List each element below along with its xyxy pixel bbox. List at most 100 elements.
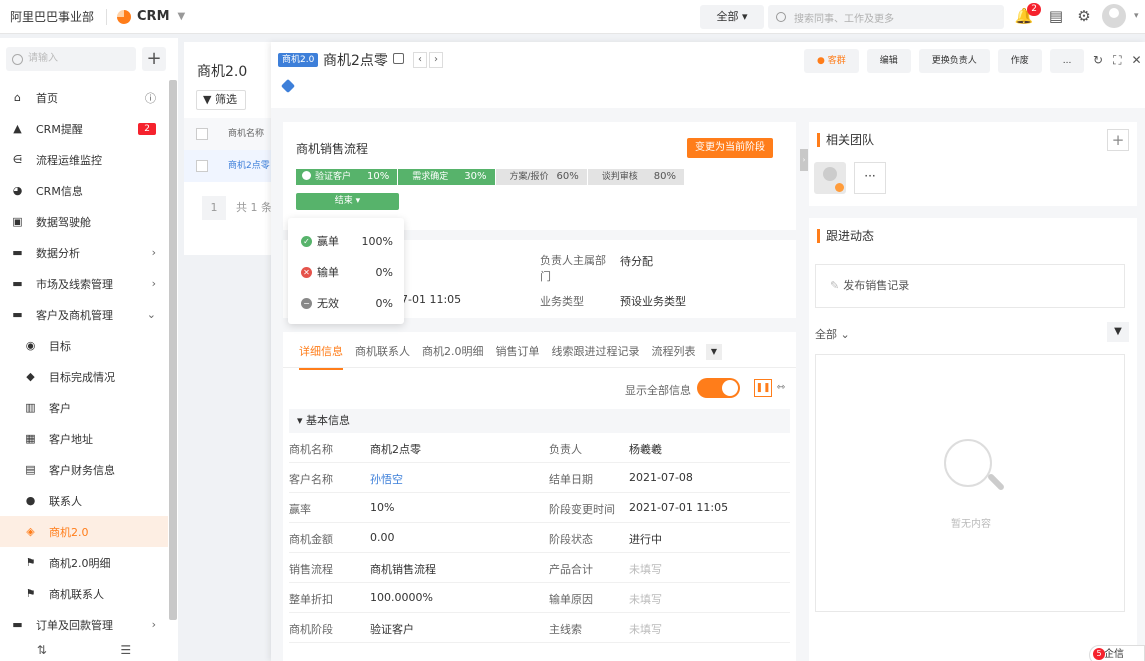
collapse-panel-handle[interactable]: › <box>800 149 808 171</box>
chevron-down-icon[interactable]: ▾ <box>1134 11 1139 21</box>
field-row: 客户名称 孙悟空 结单日期 2021-07-08 <box>289 463 790 493</box>
feed-filter-select[interactable]: 全部 ⌄ <box>815 326 850 342</box>
building-icon: ▥ <box>25 401 36 414</box>
team-card: 相关团队 + ··· <box>809 122 1137 206</box>
sidebar-item-flow-monitor[interactable]: ⋳ 流程运维监控 <box>0 144 168 175</box>
add-member-button[interactable]: + <box>1107 129 1129 151</box>
sidebar-item-customer[interactable]: ▥ 客户 <box>0 392 168 423</box>
tabs-more-button[interactable]: ▼ <box>706 344 722 360</box>
show-all-toggle[interactable] <box>697 378 740 398</box>
inbox-icon[interactable]: ▤ <box>1046 6 1066 26</box>
person-icon: ● <box>25 494 36 507</box>
tab-flow-list[interactable]: 流程列表 <box>652 343 696 370</box>
help-icon[interactable]: ⓘ <box>145 90 156 106</box>
chevron-right-icon: › <box>151 277 156 290</box>
chevron-down-icon: ▼ <box>177 11 186 22</box>
sidebar-add-button[interactable]: + <box>142 47 166 71</box>
outcome-invalid[interactable]: − 无效 0% <box>301 295 393 311</box>
field-row: 商机名称 商机2点零 负责人 杨羲羲 <box>289 433 790 463</box>
sidebar-item-crm-alert[interactable]: ▲ CRM提醒 2 <box>0 113 168 144</box>
user-avatar[interactable] <box>1102 4 1126 28</box>
sidebar-scrollbar[interactable] <box>169 80 177 620</box>
tab-detail-info[interactable]: 详细信息 <box>299 343 343 370</box>
sidebar-item-orders[interactable]: ▬ 订单及回款管理 › <box>0 609 168 640</box>
time-value: 7-01 11:05 <box>401 293 462 306</box>
scope-select[interactable]: 全部 ▾ <box>700 5 764 29</box>
tab-opportunity-contacts[interactable]: 商机联系人 <box>355 343 410 370</box>
sidebar-item-customer-opportunity[interactable]: ▬ 客户及商机管理 ⌄ <box>0 299 168 330</box>
post-sales-record-input[interactable]: ✎ 发布销售记录 <box>815 264 1125 308</box>
next-record-button[interactable]: › <box>429 52 443 68</box>
sidebar-item-market-leads[interactable]: ▬ 市场及线索管理 › <box>0 268 168 299</box>
edit-button[interactable]: 编辑 <box>866 49 911 73</box>
sidebar-item-opportunity-contacts[interactable]: ⚑ 商机联系人 <box>0 578 168 609</box>
row-checkbox[interactable] <box>196 160 208 172</box>
alert-badge: 2 <box>138 122 156 135</box>
sidebar-item-data-analysis[interactable]: ▬ 数据分析 › <box>0 237 168 268</box>
stage-negotiation[interactable]: 谈判审核 80% <box>587 169 685 185</box>
sidebar-search-input[interactable]: 请输入 <box>6 47 136 71</box>
app-switcher[interactable]: CRM ▼ <box>107 9 185 24</box>
more-button[interactable]: ... <box>1049 49 1085 73</box>
stage-bar: 验证客户 10% 需求确定 30% 方案/报价 60% 谈判审核 80% <box>296 169 685 185</box>
sidebar-item-customer-finance[interactable]: ▤ 客户财务信息 <box>0 454 168 485</box>
sidebar-item-home[interactable]: ⌂ 首页 ⓘ <box>0 82 168 113</box>
minus-circle-icon: − <box>301 297 312 309</box>
more-members-button[interactable]: ··· <box>854 162 886 194</box>
customer-group-button[interactable]: ● 客群 <box>804 49 859 73</box>
address-icon: ▦ <box>25 432 36 445</box>
expand-width-icon[interactable]: ⇿ <box>774 379 788 397</box>
tab-opportunity-detail[interactable]: 商机2.0明细 <box>422 343 484 370</box>
fullscreen-icon[interactable]: ⛶ <box>1113 53 1121 68</box>
change-stage-button[interactable]: 变更为当前阶段 <box>687 138 773 158</box>
sidebar-item-contacts[interactable]: ● 联系人 <box>0 485 168 516</box>
tab-sales-order[interactable]: 销售订单 <box>496 343 540 370</box>
stage-verify[interactable]: 验证客户 10% <box>296 169 398 185</box>
check-icon <box>302 171 311 180</box>
page-number[interactable]: 1 <box>202 196 226 220</box>
end-stage-dropdown[interactable]: 结束 ▾ <box>296 193 399 210</box>
sort-icon[interactable]: ⇅ <box>37 643 47 661</box>
notification-bell-icon[interactable]: 🔔 2 <box>1014 3 1041 26</box>
select-all-checkbox[interactable] <box>196 128 208 140</box>
tag-icon[interactable] <box>280 78 296 94</box>
app-name: CRM <box>137 9 170 24</box>
sidebar-item-opportunity-detail[interactable]: ⚑ 商机2.0明细 <box>0 547 168 578</box>
collapse-menu-icon[interactable]: ☰ <box>120 643 131 661</box>
customer-link[interactable]: 孙悟空 <box>370 471 403 487</box>
sidebar-item-crm-info[interactable]: ◕ CRM信息 <box>0 175 168 206</box>
refresh-icon[interactable]: ↻ <box>1093 53 1103 68</box>
field-row: 商机金额 0.00 阶段状态 进行中 <box>289 523 790 553</box>
global-search-input[interactable]: 搜索同事、工作及更多 <box>768 5 1004 29</box>
outcome-win[interactable]: ✓ 赢单 100% <box>301 233 393 249</box>
stage-requirement[interactable]: 需求确定 30% <box>398 169 495 185</box>
gear-icon[interactable]: ⚙ <box>1074 6 1094 26</box>
two-column-icon[interactable]: ❚❚ <box>754 379 772 397</box>
chevron-right-icon: › <box>151 618 156 631</box>
outcome-lose[interactable]: ✕ 输单 0% <box>301 264 393 280</box>
change-owner-button[interactable]: 更换负责人 <box>918 49 990 73</box>
flow-icon: ⋳ <box>12 153 23 166</box>
void-button[interactable]: 作废 <box>997 49 1042 73</box>
chat-launcher[interactable]: 5 企信 <box>1089 645 1145 661</box>
flag-icon: ⚑ <box>25 556 36 569</box>
tab-lead-followup[interactable]: 线索跟进过程记录 <box>552 343 640 370</box>
sidebar-item-customer-address[interactable]: ▦ 客户地址 <box>0 423 168 454</box>
filter-icon[interactable]: ▼ <box>1107 322 1129 342</box>
detail-header: 商机2.0 商机2点零 ‹ › ● 客群 编辑 更换负责人 作废 ... ↻ ⛶ … <box>271 42 1145 108</box>
table-row[interactable]: 商机2点零 <box>184 150 284 182</box>
prev-record-button[interactable]: ‹ <box>413 52 427 68</box>
sidebar-item-data-cockpit[interactable]: ▣ 数据驾驶舱 <box>0 206 168 237</box>
sidebar-item-target[interactable]: ◉ 目标 <box>0 330 168 361</box>
sidebar-item-opportunity[interactable]: ◈ 商机2.0 <box>0 516 168 547</box>
stage-quote[interactable]: 方案/报价 60% <box>495 169 587 185</box>
close-icon[interactable]: ✕ <box>1131 53 1141 68</box>
org-name[interactable]: 阿里巴巴事业部 <box>0 8 108 25</box>
sidebar-item-target-progress[interactable]: ◆ 目标完成情况 <box>0 361 168 392</box>
filter-button[interactable]: ▼ 筛选 <box>196 90 246 110</box>
notification-count: 2 <box>1027 3 1041 16</box>
list-view: 商机2.0 ▼ 筛选 商机名称 商机2点零 1共 1 条 <box>184 42 284 255</box>
team-member-avatar[interactable] <box>814 162 846 194</box>
section-basic-info[interactable]: ▾ 基本信息 <box>289 409 790 433</box>
empty-text: 暂无内容 <box>951 519 991 530</box>
